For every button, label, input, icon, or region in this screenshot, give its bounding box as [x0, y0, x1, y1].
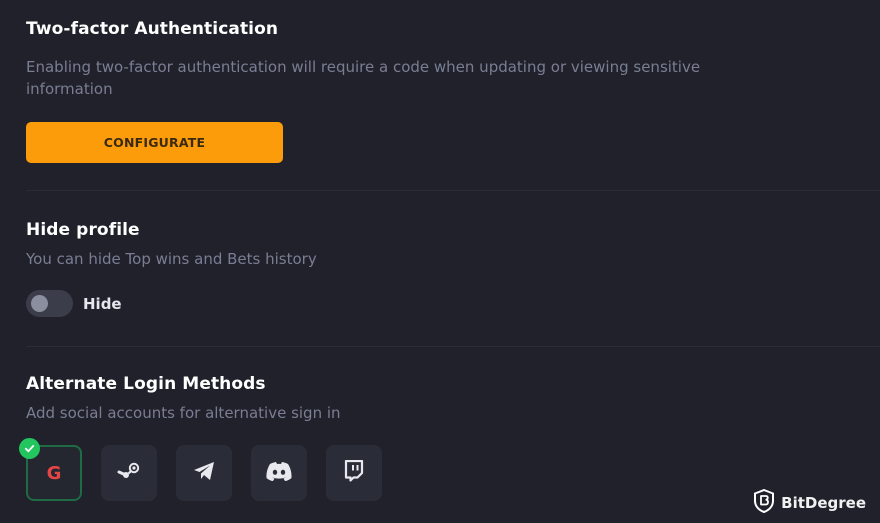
google-icon: G	[46, 462, 62, 484]
telegram-login-button[interactable]	[176, 445, 232, 501]
section-divider	[26, 190, 880, 191]
bitdegree-watermark: BitDegree	[753, 488, 866, 517]
hide-profile-title: Hide profile	[26, 220, 140, 240]
two-factor-section: Two-factor Authentication Enabling two-f…	[26, 19, 880, 163]
steam-login-button[interactable]	[101, 445, 157, 501]
hide-toggle-label: Hide	[83, 294, 122, 313]
discord-icon	[265, 461, 293, 486]
telegram-icon	[193, 461, 215, 485]
google-login-button[interactable]: G	[19, 438, 82, 501]
two-factor-title: Two-factor Authentication	[26, 19, 279, 39]
alternate-login-description: Add social accounts for alternative sign…	[26, 404, 341, 422]
social-login-row: G	[19, 438, 382, 501]
two-factor-description: Enabling two-factor authentication will …	[26, 58, 701, 98]
alternate-login-section: Alternate Login Methods Add social accou…	[19, 374, 880, 501]
alternate-login-title: Alternate Login Methods	[26, 374, 266, 394]
hide-toggle-row: Hide	[26, 290, 122, 317]
connected-check-icon	[19, 438, 40, 459]
discord-login-button[interactable]	[251, 445, 307, 501]
hide-profile-section: Hide profile You can hide Top wins and B…	[26, 220, 880, 317]
watermark-text: BitDegree	[781, 494, 866, 512]
steam-icon	[117, 462, 141, 484]
hide-profile-toggle[interactable]	[26, 290, 73, 317]
section-divider	[26, 346, 880, 347]
settings-page: Two-factor Authentication Enabling two-f…	[0, 0, 880, 523]
twitch-login-button[interactable]	[326, 445, 382, 501]
toggle-knob	[31, 295, 48, 312]
hide-profile-description: You can hide Top wins and Bets history	[26, 250, 317, 268]
twitch-icon	[344, 459, 364, 486]
bitdegree-shield-icon	[753, 488, 775, 517]
configurate-button[interactable]: CONFIGURATE	[26, 122, 283, 163]
